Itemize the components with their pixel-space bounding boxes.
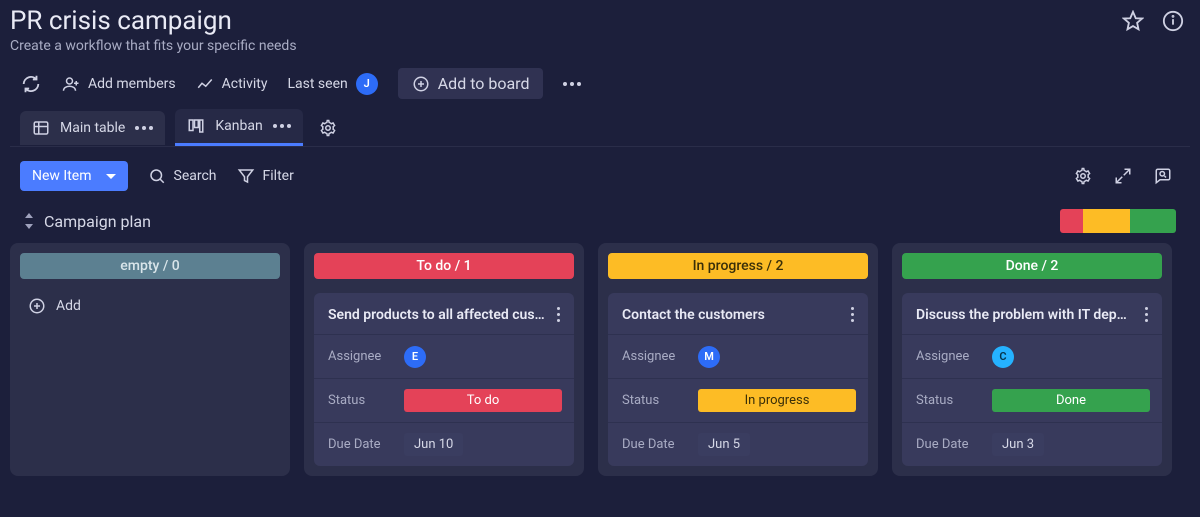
tab-main-table-menu-icon[interactable]: [135, 126, 153, 130]
add-item-button[interactable]: Add: [20, 293, 280, 319]
card-menu-icon[interactable]: [1141, 305, 1152, 324]
kanban-column: empty / 0 Add: [10, 243, 290, 476]
column-header[interactable]: To do / 1: [314, 253, 574, 279]
status-badge[interactable]: In progress: [698, 389, 856, 412]
card-title: Contact the customers: [622, 307, 765, 323]
fullscreen-icon[interactable]: [1114, 167, 1132, 185]
kanban-column: Done / 2 Discuss the problem with IT depa…: [892, 243, 1172, 476]
add-to-board-label: Add to board: [438, 74, 530, 93]
field-label-due: Due Date: [916, 437, 992, 452]
field-label-status: Status: [916, 393, 992, 408]
group-progress: [1060, 209, 1176, 233]
due-date[interactable]: Jun 10: [404, 433, 463, 456]
activity-label: Activity: [222, 76, 268, 92]
chevron-down-icon: [106, 174, 116, 179]
column-header[interactable]: empty / 0: [20, 253, 280, 279]
views-settings-icon[interactable]: [319, 119, 337, 137]
more-options-icon[interactable]: [563, 82, 581, 86]
tab-main-table-label: Main table: [60, 120, 125, 136]
field-label-status: Status: [328, 393, 404, 408]
column-header[interactable]: In progress / 2: [608, 253, 868, 279]
group-name[interactable]: Campaign plan: [44, 212, 151, 231]
new-item-label: New Item: [32, 168, 92, 184]
progress-segment-green: [1130, 209, 1176, 233]
star-icon[interactable]: [1122, 10, 1144, 32]
due-date[interactable]: Jun 5: [698, 433, 750, 456]
kanban-column: In progress / 2 Contact the customers Assi…: [598, 243, 878, 476]
column-header[interactable]: Done / 2: [902, 253, 1162, 279]
card-menu-icon[interactable]: [553, 305, 564, 324]
progress-segment-yellow: [1083, 209, 1129, 233]
add-members-button[interactable]: Add members: [62, 75, 176, 93]
progress-segment-red: [1060, 209, 1083, 233]
field-label-status: Status: [622, 393, 698, 408]
activity-button[interactable]: Activity: [196, 75, 268, 93]
kanban-card[interactable]: Contact the customers AssigneeM StatusIn p…: [608, 293, 868, 466]
last-seen-label: Last seen: [287, 76, 347, 92]
field-label-due: Due Date: [622, 437, 698, 452]
card-menu-icon[interactable]: [847, 305, 858, 324]
last-seen-avatar: J: [356, 73, 378, 95]
field-label-assignee: Assignee: [328, 349, 404, 364]
automations-icon[interactable]: [20, 73, 42, 95]
status-badge[interactable]: To do: [404, 389, 562, 412]
page-title: PR crisis campaign: [10, 6, 297, 36]
assignee-avatar[interactable]: E: [404, 346, 426, 368]
board-settings-icon[interactable]: [1074, 167, 1092, 185]
filter-button[interactable]: Filter: [237, 167, 294, 185]
tab-kanban-label: Kanban: [215, 118, 262, 134]
field-label-assignee: Assignee: [916, 349, 992, 364]
due-date[interactable]: Jun 3: [992, 433, 1044, 456]
add-item-label: Add: [56, 298, 81, 314]
status-badge[interactable]: Done: [992, 389, 1150, 412]
page-subtitle: Create a workflow that fits your specifi…: [10, 38, 297, 54]
assignee-avatar[interactable]: C: [992, 346, 1014, 368]
field-label-due: Due Date: [328, 437, 404, 452]
search-label: Search: [174, 168, 217, 184]
kanban-card[interactable]: Send products to all affected cust… Assig…: [314, 293, 574, 466]
info-icon[interactable]: [1162, 10, 1184, 32]
card-title: Discuss the problem with IT depar…: [916, 307, 1134, 323]
kanban-card[interactable]: Discuss the problem with IT depar… Assign…: [902, 293, 1162, 466]
filter-label: Filter: [263, 168, 294, 184]
search-button[interactable]: Search: [148, 167, 217, 185]
last-seen[interactable]: Last seen J: [287, 73, 377, 95]
add-members-label: Add members: [88, 76, 176, 92]
tab-kanban-menu-icon[interactable]: [273, 124, 291, 128]
tab-main-table[interactable]: Main table: [20, 111, 165, 145]
add-to-board-button[interactable]: Add to board: [398, 68, 544, 99]
comment-search-icon[interactable]: [1154, 167, 1172, 185]
drag-handle-icon[interactable]: [24, 213, 34, 229]
field-label-assignee: Assignee: [622, 349, 698, 364]
card-title: Send products to all affected cust…: [328, 307, 546, 323]
new-item-button[interactable]: New Item: [20, 161, 128, 191]
kanban-column: To do / 1 Send products to all affected c…: [304, 243, 584, 476]
assignee-avatar[interactable]: M: [698, 346, 720, 368]
tab-kanban[interactable]: Kanban: [175, 109, 302, 146]
